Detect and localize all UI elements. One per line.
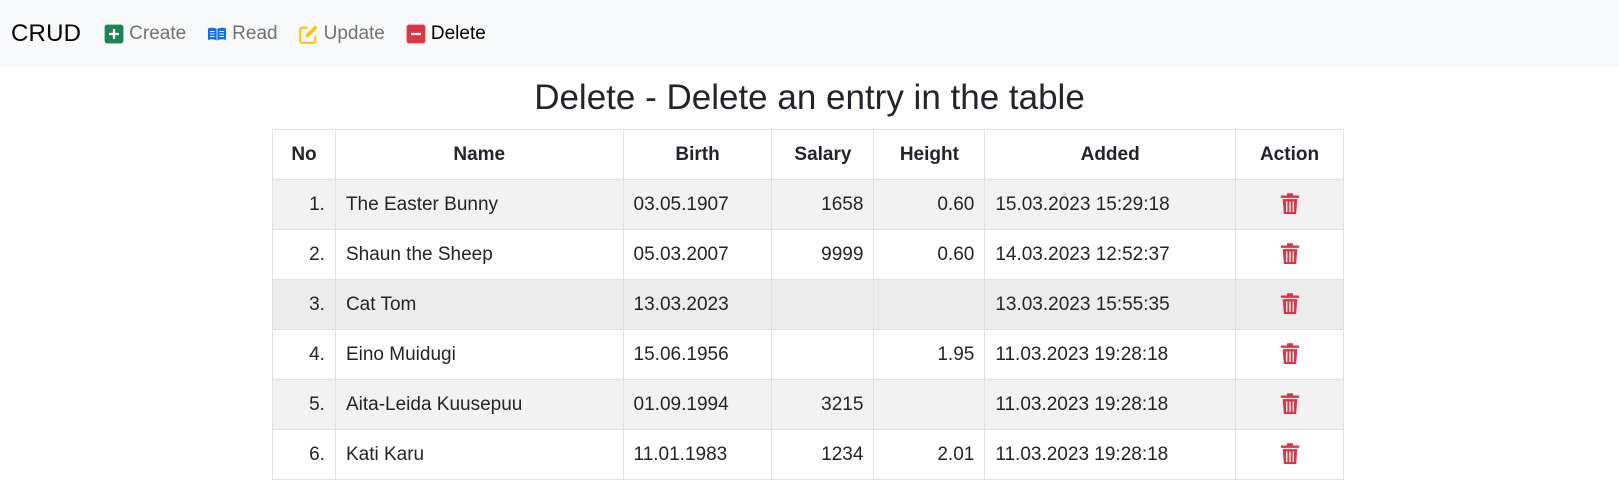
trash-icon[interactable] [1280,393,1300,415]
table-header-row: No Name Birth Salary Height Added Action [272,129,1344,180]
cell-no: 4. [272,329,336,380]
nav-item-create[interactable]: Create [104,23,186,45]
cell-birth: 15.06.1956 [622,329,773,380]
nav-item-label: Delete [430,22,486,44]
cell-added: 11.03.2023 19:28:18 [984,329,1237,380]
cell-action [1235,229,1344,280]
navbar: CRUD Create Read Update Delete [0,0,1619,67]
column-header-added: Added [984,129,1237,180]
book-icon [208,27,227,40]
page-title: Delete - Delete an entry in the table [534,78,1085,117]
column-header-birth: Birth [622,129,773,180]
trash-icon[interactable] [1280,193,1300,215]
cell-action [1235,279,1344,330]
column-header-no: No [272,129,336,180]
cell-action [1235,179,1344,230]
table-row: 5. Aita-Leida Kuusepuu 01.09.1994 3215 1… [272,379,1344,430]
cell-no: 3. [272,279,336,330]
cell-birth: 05.03.2007 [622,229,773,280]
cell-salary: 3215 [771,379,875,430]
cell-added: 11.03.2023 19:28:18 [984,379,1237,430]
cell-salary: 1234 [771,429,875,480]
cell-name: Cat Tom [334,279,624,330]
cell-birth: 01.09.1994 [622,379,773,430]
cell-height [873,379,986,430]
nav-item-label: Create [129,22,187,44]
column-header-name: Name [334,129,624,180]
cell-name: Eino Muidugi [334,329,624,380]
nav-item-update[interactable]: Update [298,22,385,45]
cell-no: 2. [272,229,336,280]
nav-item-label: Update [323,22,385,44]
cell-no: 6. [272,429,336,480]
cell-no: 5. [272,379,336,430]
entries-table: No Name Birth Salary Height Added Action… [272,129,1344,480]
trash-icon[interactable] [1280,443,1300,465]
cell-height: 0.60 [873,229,986,280]
nav-item-read[interactable]: Read [207,22,278,45]
cell-salary: 9999 [771,229,875,280]
brand-logo[interactable]: CRUD [11,20,81,48]
cell-added: 13.03.2023 15:55:35 [984,279,1237,330]
cell-salary [771,329,875,380]
cell-birth: 11.01.1983 [622,429,773,480]
cell-salary [771,279,875,330]
column-header-salary: Salary [771,129,875,180]
cell-height: 2.01 [873,429,986,480]
cell-name: Aita-Leida Kuusepuu [334,379,624,430]
cell-action [1235,379,1344,430]
trash-icon[interactable] [1280,293,1300,315]
cell-added: 15.03.2023 15:29:18 [984,179,1237,230]
cell-added: 11.03.2023 19:28:18 [984,429,1237,480]
table-row: 6. Kati Karu 11.01.1983 1234 2.01 11.03.… [272,429,1344,480]
plus-square-icon [104,24,124,43]
cell-no: 1. [272,179,336,230]
table-row: 2. Shaun the Sheep 05.03.2007 9999 0.60 … [272,229,1344,280]
cell-birth: 03.05.1907 [622,179,773,230]
table-row: 1. The Easter Bunny 03.05.1907 1658 0.60… [272,179,1344,230]
cell-name: The Easter Bunny [334,179,624,230]
minus-square-icon [406,24,426,43]
cell-name: Shaun the Sheep [334,229,624,280]
cell-salary: 1658 [771,179,875,230]
trash-icon[interactable] [1280,243,1300,265]
column-header-height: Height [873,129,986,180]
cell-action [1235,329,1344,380]
table-row: 4. Eino Muidugi 15.06.1956 1.95 11.03.20… [272,329,1344,380]
trash-icon[interactable] [1280,343,1300,365]
column-header-action: Action [1235,129,1344,180]
nav-item-label: Read [232,22,278,44]
cell-added: 14.03.2023 12:52:37 [984,229,1237,280]
cell-birth: 13.03.2023 [622,279,773,330]
pencil-square-icon [298,25,318,44]
cell-action [1235,429,1344,480]
cell-name: Kati Karu [334,429,624,480]
cell-height: 0.60 [873,179,986,230]
cell-height: 1.95 [873,329,986,380]
nav-item-delete[interactable]: Delete [406,23,486,45]
cell-height [873,279,986,330]
table-row: 3. Cat Tom 13.03.2023 13.03.2023 15:55:3… [272,279,1344,330]
